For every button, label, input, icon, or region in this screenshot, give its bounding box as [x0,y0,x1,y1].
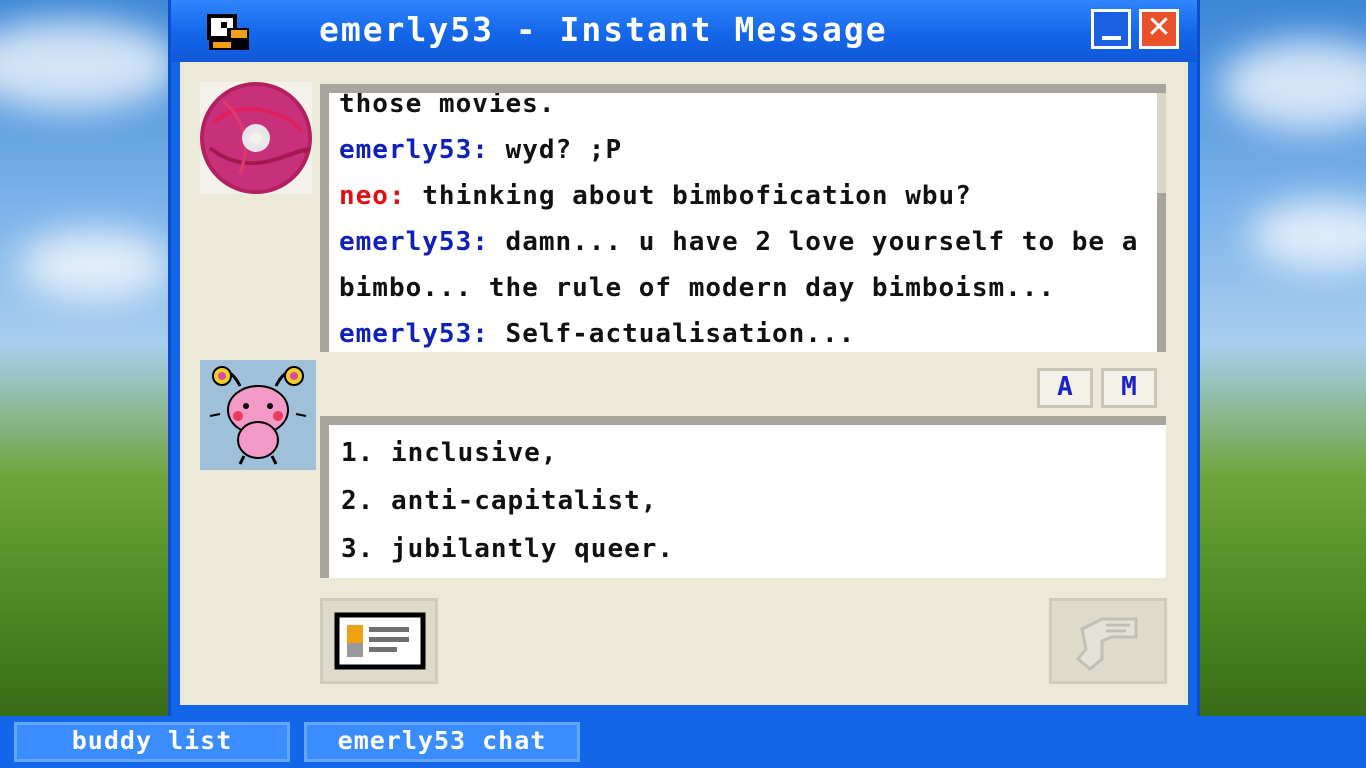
font-button[interactable]: A [1037,368,1093,408]
instant-message-window: emerly53 - Instant Message ✕ those movie… [168,0,1200,716]
message-text: Self-actualisation... [488,319,856,349]
window-client-area: those movies. emerly53: wyd? ;P neo: thi… [180,62,1188,705]
message-sender: emerly53: [339,319,489,349]
message-input-text: 1. inclusive, 2. anti-capitalist, 3. jub… [341,438,675,564]
close-button[interactable]: ✕ [1139,9,1179,49]
send-icon [1075,617,1138,671]
wallpaper-cloud [1220,40,1366,130]
minimize-icon [1102,36,1121,40]
chat-message: neo: thinking about bimbofication wbu? [339,173,1148,219]
duck-icon [207,14,249,50]
style-button[interactable]: M [1101,368,1157,408]
chat-message: emerly53: Self-actualisation... [339,311,1148,352]
message-sender: neo: [339,181,406,211]
chat-scrollbar-thumb[interactable] [1157,193,1166,352]
taskbar-chat[interactable]: emerly53 chat [304,722,580,762]
wallpaper-cloud [20,230,170,300]
message-input[interactable]: 1. inclusive, 2. anti-capitalist, 3. jub… [320,416,1166,578]
message-text: wyd? ;P [488,135,623,165]
minimize-button[interactable] [1091,9,1131,49]
cd-avatar-image [200,82,312,194]
wallpaper-cloud [1250,200,1366,270]
chat-log[interactable]: those movies. emerly53: wyd? ;P neo: thi… [320,84,1166,352]
message-text: thinking about bimbofication wbu? [405,181,972,211]
chat-scrollbar[interactable] [1157,93,1166,352]
user-avatar [200,360,316,470]
window-title: emerly53 - Instant Message [319,10,888,49]
title-bar[interactable]: emerly53 - Instant Message ✕ [171,0,1197,62]
send-button[interactable] [1049,598,1167,684]
message-sender: emerly53: [339,135,489,165]
profile-card-icon [334,612,426,670]
message-sender: emerly53: [339,227,489,257]
chat-message: emerly53: damn... u have 2 love yourself… [339,219,1148,311]
buddy-avatar [200,82,312,194]
wallpaper-cloud [0,20,180,110]
chat-partial-line: those movies. [339,89,556,119]
taskbar-buddy-list[interactable]: buddy list [14,722,290,762]
chat-messages: those movies. emerly53: wyd? ;P neo: thi… [339,89,1148,352]
close-icon: ✕ [1146,10,1172,45]
profile-button[interactable] [320,598,438,684]
chat-message: emerly53: wyd? ;P [339,127,1148,173]
pink-creature-avatar-image [200,360,316,470]
taskbar: buddy list emerly53 chat [0,716,1366,768]
